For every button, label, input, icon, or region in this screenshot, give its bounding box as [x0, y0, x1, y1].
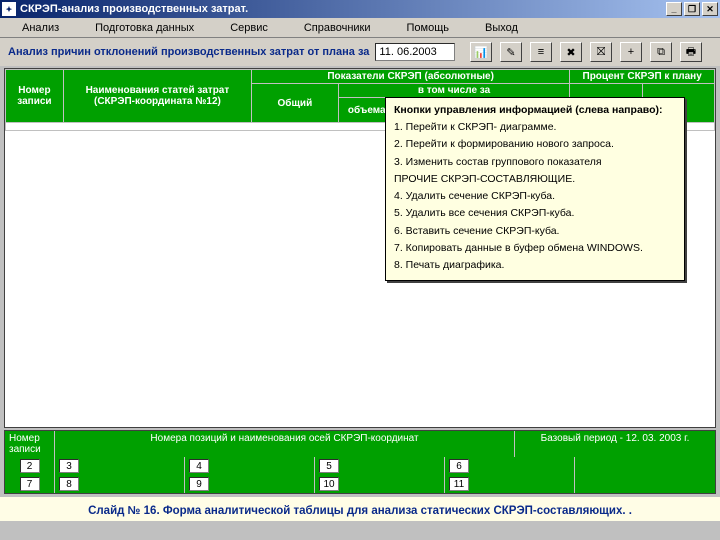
menu-analysis[interactable]: Анализ	[4, 20, 77, 36]
app-icon: ✦	[2, 2, 16, 16]
axis-input[interactable]	[449, 477, 469, 491]
tooltip-item: 1. Перейти к СКРЭП- диаграмме.	[394, 120, 676, 135]
system-buttons: _ ❐ ✕	[666, 2, 718, 16]
axis-input[interactable]	[189, 459, 209, 473]
bottom-label: Номер записи	[5, 431, 55, 457]
col-record-num: Номер записи	[6, 70, 64, 123]
insert-slice-button[interactable]: +	[620, 42, 642, 62]
menubar: Анализ Подготовка данных Сервис Справочн…	[0, 18, 720, 38]
bottom-header: Номер записи Номера позиций и наименован…	[5, 431, 715, 457]
menu-help[interactable]: Помощь	[389, 20, 468, 36]
bottom-mid: Номера позиций и наименования осей СКРЭП…	[55, 431, 515, 457]
chart-button[interactable]: 📊	[470, 42, 492, 62]
col-article-names: Наименования статей затрат (СКРЭП-коорди…	[63, 70, 251, 123]
titlebar: ✦ СКРЭП-анализ производственных затрат. …	[0, 0, 720, 18]
menu-service[interactable]: Сервис	[212, 20, 286, 36]
delete-slice-button[interactable]: ✖	[560, 42, 582, 62]
axis-input[interactable]	[319, 459, 339, 473]
window-title: СКРЭП-анализ производственных затрат.	[20, 3, 666, 15]
tooltip-item: 4. Удалить сечение СКРЭП-куба.	[394, 189, 676, 204]
tooltip-item: 7. Копировать данные в буфер обмена WIND…	[394, 241, 676, 256]
col-indicators: Показатели СКРЭП (абсолютные)	[251, 70, 569, 84]
axis-input[interactable]	[59, 459, 79, 473]
heading-row: Анализ причин отклонений производственны…	[0, 38, 720, 66]
bottom-row-2	[5, 475, 715, 493]
minimize-button[interactable]: _	[666, 2, 682, 16]
maximize-button[interactable]: ❐	[684, 2, 700, 16]
col-total: Общий	[251, 84, 338, 123]
tooltip-item: ПРОЧИЕ СКРЭП-СОСТАВЛЯЮЩИЕ.	[394, 172, 676, 187]
tooltip-item: 5. Удалить все сечения СКРЭП-куба.	[394, 206, 676, 221]
copy-button[interactable]: ⧉	[650, 42, 672, 62]
axis-input[interactable]	[20, 459, 40, 473]
col-including: в том числе за	[338, 84, 570, 98]
slide-caption: Слайд № 16. Форма аналитической таблицы …	[0, 497, 720, 521]
bottom-row-1	[5, 457, 715, 475]
axis-input[interactable]	[59, 477, 79, 491]
close-button[interactable]: ✕	[702, 2, 718, 16]
axis-input[interactable]	[319, 477, 339, 491]
axis-input[interactable]	[189, 477, 209, 491]
group-edit-button[interactable]: ≡	[530, 42, 552, 62]
main-table: Номер записи Наименования статей затрат …	[4, 68, 716, 428]
menu-exit[interactable]: Выход	[467, 20, 536, 36]
help-tooltip: Кнопки управления информацией (слева нап…	[385, 97, 685, 281]
bottom-panel: Номер записи Номера позиций и наименован…	[4, 430, 716, 494]
delete-all-button[interactable]: ⛝	[590, 42, 612, 62]
menu-data-prep[interactable]: Подготовка данных	[77, 20, 212, 36]
tooltip-item: 8. Печать диаграфика.	[394, 258, 676, 273]
menu-reference[interactable]: Справочники	[286, 20, 389, 36]
axis-input[interactable]	[449, 459, 469, 473]
toolbar: 📊 ✎ ≡ ✖ ⛝ + ⧉ 🖶	[470, 42, 712, 62]
bottom-right: Базовый период - 12. 03. 2003 г.	[515, 431, 715, 457]
tooltip-title: Кнопки управления информацией (слева нап…	[394, 103, 676, 118]
tooltip-item: 3. Изменить состав группового показателя	[394, 155, 676, 170]
print-button[interactable]: 🖶	[680, 42, 702, 62]
col-percent: Процент СКРЭП к плану	[570, 70, 715, 84]
date-input[interactable]	[375, 43, 455, 61]
tooltip-item: 6. Вставить сечение СКРЭП-куба.	[394, 224, 676, 239]
new-query-button[interactable]: ✎	[500, 42, 522, 62]
axis-input[interactable]	[20, 477, 40, 491]
page-heading: Анализ причин отклонений производственны…	[8, 46, 369, 58]
tooltip-item: 2. Перейти к формированию нового запроса…	[394, 137, 676, 152]
